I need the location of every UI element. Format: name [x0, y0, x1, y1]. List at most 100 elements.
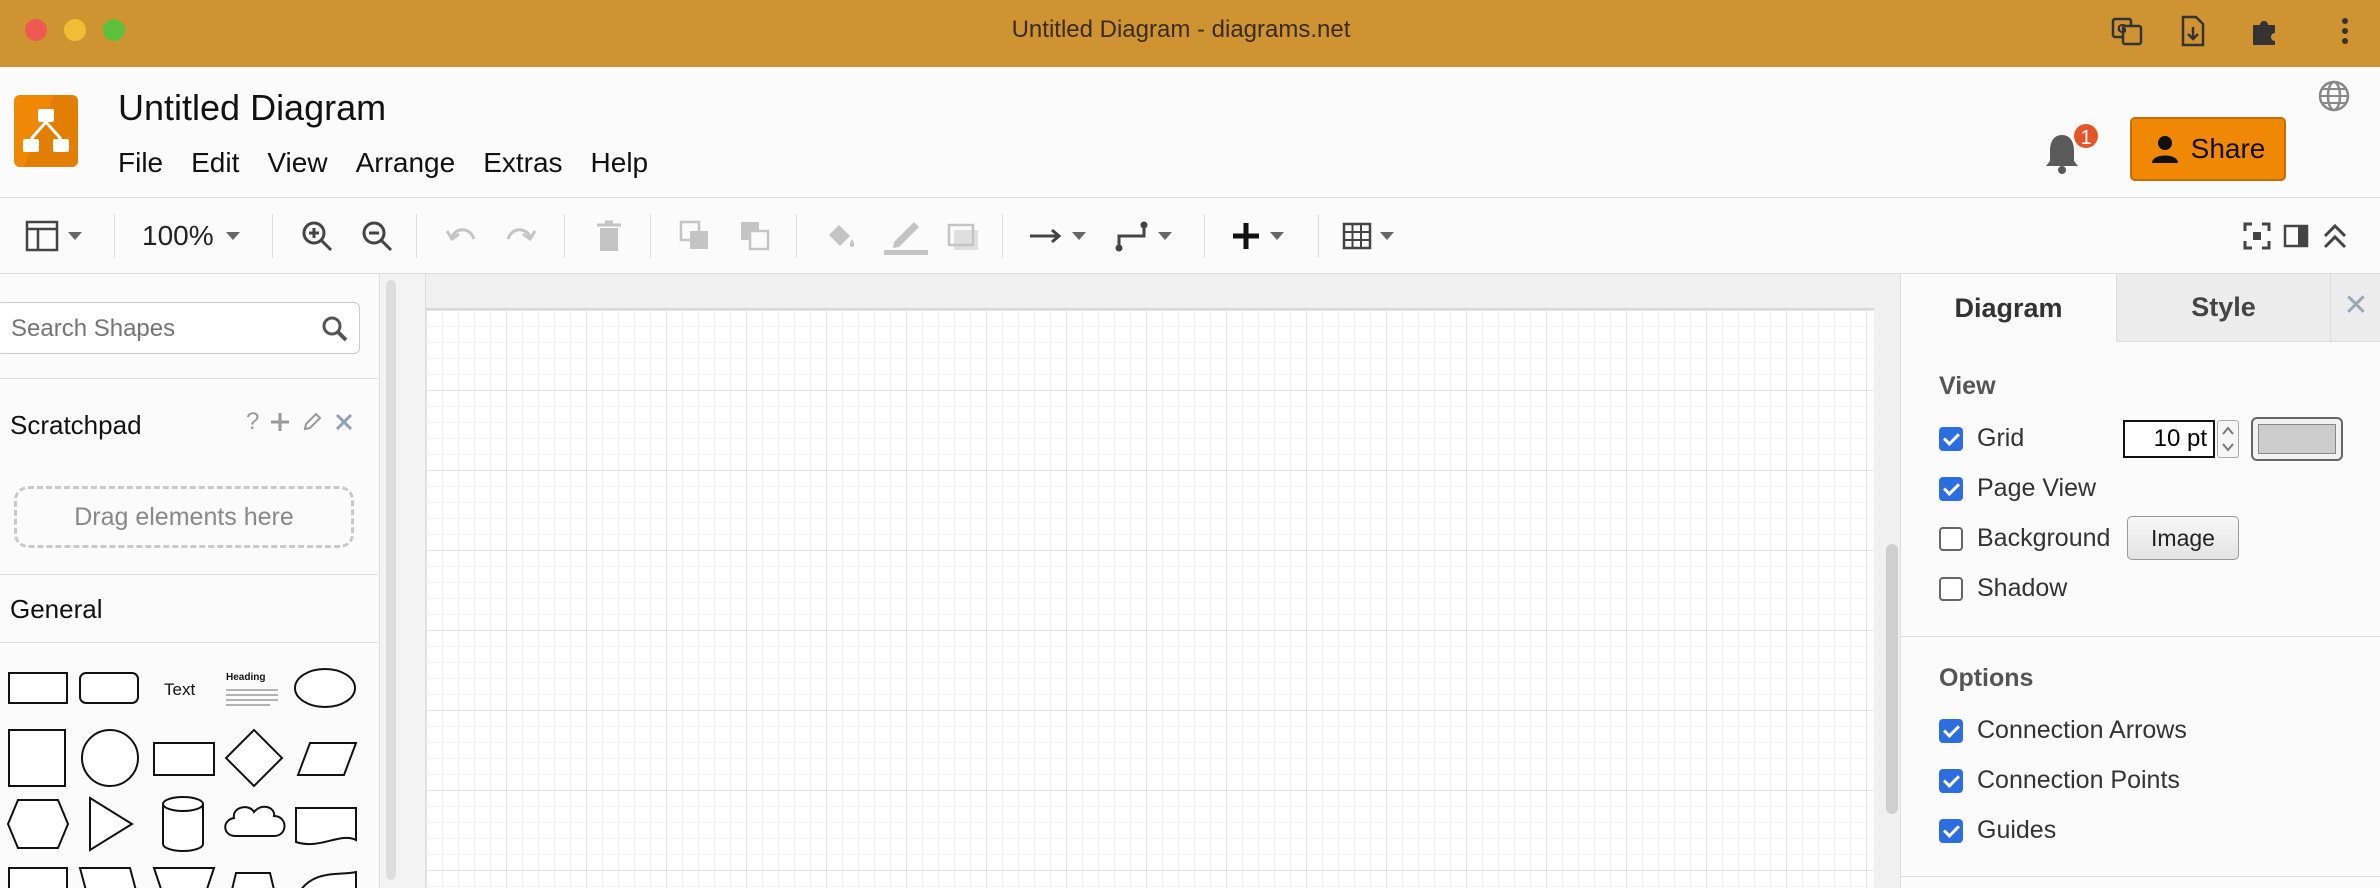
general-title[interactable]: General	[10, 594, 103, 625]
zoom-in-icon	[302, 221, 333, 252]
step-shape	[78, 867, 137, 888]
toolbar: 100%	[0, 198, 2380, 274]
menu-file[interactable]: File	[118, 147, 163, 179]
help-icon[interactable]: ?	[246, 408, 259, 436]
chevron-down-icon	[1072, 232, 1086, 240]
undo-button[interactable]	[444, 216, 478, 256]
page-view-checkbox[interactable]	[1939, 476, 1963, 501]
panel-divider	[1901, 636, 2380, 637]
zoom-dropdown[interactable]: 100%	[142, 216, 240, 256]
search-icon[interactable]	[321, 315, 349, 343]
redo-icon	[506, 228, 537, 242]
background-label: Background	[1977, 524, 2111, 552]
diagram-page-grid[interactable]	[426, 308, 1874, 888]
close-panel-icon[interactable]: ✕	[2330, 274, 2380, 342]
layout-panel-icon	[25, 220, 59, 252]
menu-edit[interactable]: Edit	[191, 147, 239, 179]
delete-button[interactable]	[592, 216, 626, 256]
redo-button[interactable]	[504, 216, 538, 256]
zoom-in-button[interactable]	[300, 216, 334, 256]
add-icon[interactable]	[269, 411, 291, 433]
connection-arrows-option[interactable]: Connection Arrows	[1939, 716, 2187, 745]
to-back-button[interactable]	[738, 216, 772, 256]
page-view-option[interactable]: Page View	[1939, 474, 2096, 503]
diagram-canvas[interactable]	[426, 274, 1900, 888]
more-vertical-icon[interactable]	[2328, 14, 2362, 48]
svg-text:G: G	[2117, 22, 2127, 36]
triangle-shape	[89, 796, 134, 852]
grid-color-picker[interactable]	[2251, 417, 2343, 461]
stepper-arrows-icon	[2222, 426, 2234, 452]
edit-pencil-icon[interactable]	[301, 411, 323, 433]
background-image-button[interactable]: Image	[2127, 516, 2239, 560]
shadow-button[interactable]	[946, 216, 980, 256]
canvas-vertical-scrollbar[interactable]	[1882, 274, 1900, 888]
toolbar-divider	[114, 214, 115, 258]
paint-bucket-icon	[829, 225, 855, 247]
zoom-out-icon	[362, 221, 393, 252]
tab-diagram[interactable]: Diagram	[1901, 274, 2116, 342]
connection-points-checkbox[interactable]	[1939, 768, 1963, 793]
insert-dropdown[interactable]	[1230, 216, 1284, 256]
trash-icon	[597, 220, 621, 251]
toolbar-divider	[1318, 214, 1319, 258]
table-dropdown[interactable]	[1342, 216, 1394, 256]
close-icon[interactable]	[333, 411, 355, 433]
fill-color-button[interactable]	[824, 216, 858, 256]
view-heading: View	[1939, 372, 1996, 400]
download-page-icon[interactable]	[2176, 14, 2210, 48]
collapse-toolbar-button[interactable]	[2320, 216, 2350, 256]
grid-size-input[interactable]	[2123, 420, 2215, 458]
share-button[interactable]: Share	[2130, 117, 2286, 181]
line-color-button[interactable]	[884, 216, 928, 256]
chevron-down-icon	[225, 232, 240, 240]
translate-icon[interactable]: G	[2110, 14, 2144, 48]
guides-label: Guides	[1977, 816, 2057, 844]
background-checkbox[interactable]	[1939, 526, 1963, 551]
to-front-button[interactable]	[678, 216, 712, 256]
rounded-rectangle-shape	[79, 672, 139, 704]
format-panel-toggle[interactable]	[24, 216, 82, 256]
format-panel-button[interactable]	[2282, 216, 2310, 256]
grid-size-stepper[interactable]	[2217, 420, 2239, 458]
menu-help[interactable]: Help	[591, 147, 649, 179]
guides-checkbox[interactable]	[1939, 818, 1963, 843]
connection-points-option[interactable]: Connection Points	[1939, 766, 2180, 795]
zoom-out-button[interactable]	[360, 216, 394, 256]
waypoints-dropdown[interactable]	[1114, 216, 1172, 256]
grid-checkbox[interactable]	[1939, 426, 1963, 451]
connection-style-dropdown[interactable]	[1028, 216, 1086, 256]
shadow-option[interactable]: Shadow	[1939, 574, 2067, 603]
guides-option[interactable]: Guides	[1939, 816, 2056, 845]
connection-arrows-checkbox[interactable]	[1939, 718, 1963, 743]
toolbar-divider	[272, 214, 273, 258]
language-globe-icon[interactable]	[2317, 79, 2351, 113]
grid-label: Grid	[1977, 424, 2025, 452]
shapes-sidebar: Scratchpad ? Drag elements here General	[0, 274, 380, 888]
grid-option[interactable]: Grid	[1939, 424, 2024, 453]
scratchpad-dropzone[interactable]: Drag elements here	[14, 486, 354, 548]
panel-divider	[1901, 876, 2380, 877]
canvas-scrollbar-thumb[interactable]	[1886, 544, 1898, 814]
toolbar-divider	[1204, 214, 1205, 258]
document-title[interactable]: Untitled Diagram	[118, 87, 386, 129]
heading-body-lines	[226, 689, 278, 706]
chevron-down-icon	[1380, 232, 1394, 240]
cylinder-top-shape	[162, 796, 204, 812]
fullscreen-button[interactable]	[2242, 216, 2272, 256]
tab-style[interactable]: Style	[2116, 274, 2330, 342]
menu-view[interactable]: View	[267, 147, 327, 179]
extensions-puzzle-icon[interactable]	[2248, 14, 2282, 48]
sidebar-scrollbar-thumb[interactable]	[386, 280, 396, 880]
menu-arrange[interactable]: Arrange	[356, 147, 456, 179]
window-titlebar: Untitled Diagram - diagrams.net G	[0, 0, 2380, 67]
sidebar-scrollbar[interactable]	[380, 274, 426, 888]
background-option[interactable]: Background	[1939, 524, 2110, 553]
shadow-checkbox[interactable]	[1939, 576, 1963, 601]
search-shapes-input[interactable]	[11, 315, 311, 343]
sidebar-panel-icon	[2283, 224, 2309, 248]
toolbar-divider	[1002, 214, 1003, 258]
hexagon-shape	[6, 799, 70, 849]
menu-extras[interactable]: Extras	[483, 147, 562, 179]
scratchpad-title[interactable]: Scratchpad	[10, 410, 142, 441]
